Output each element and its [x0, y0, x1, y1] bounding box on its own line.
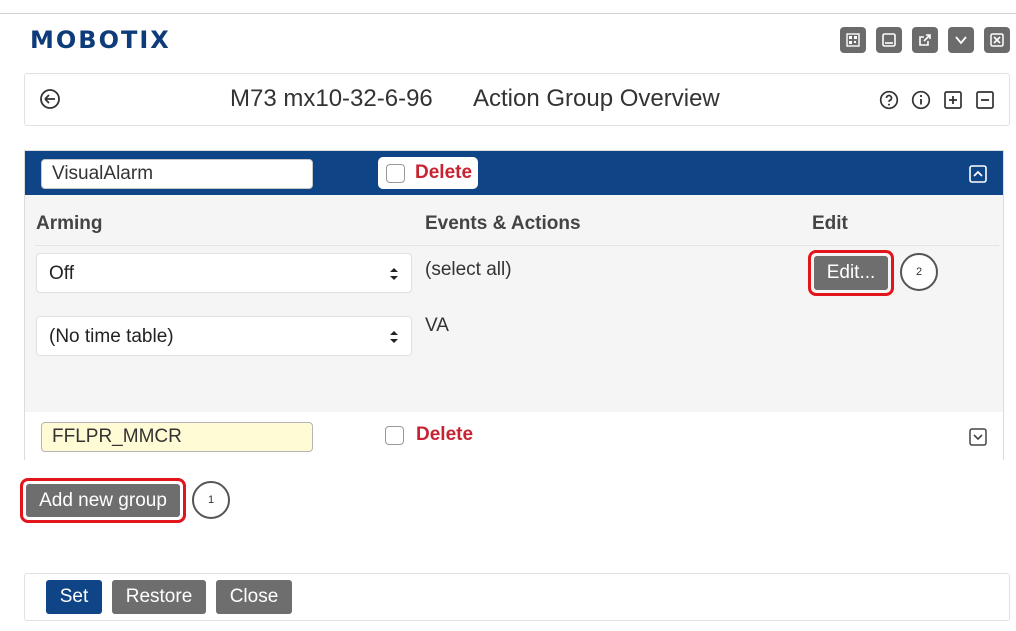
- edit-column-header: Edit: [812, 213, 848, 234]
- restore-button[interactable]: Restore: [112, 580, 206, 614]
- footer-bar: Set Restore Close: [24, 573, 1010, 621]
- edit-button-highlight: Edit...: [808, 250, 894, 296]
- action-groups-panel: Delete Arming Events & Actions Edit Off …: [24, 150, 1004, 460]
- time-table-select-value: (No time table): [49, 326, 174, 347]
- events-actions-item[interactable]: (select all): [425, 259, 512, 281]
- delete-group-option[interactable]: Delete: [378, 157, 479, 189]
- external-link-icon[interactable]: [912, 27, 938, 53]
- group-body-visualalarm: Arming Events & Actions Edit Off (No tim…: [25, 195, 1003, 412]
- arming-select[interactable]: Off: [36, 253, 412, 293]
- delete-checkbox[interactable]: [386, 163, 405, 183]
- delete-group-option[interactable]: Delete: [385, 424, 473, 446]
- mobotix-logo: MOBOTIX: [30, 26, 171, 54]
- callout-badge: 2: [900, 253, 938, 291]
- group-header-fflpr-mmcr: Delete: [25, 412, 1003, 460]
- expand-all-icon[interactable]: [943, 90, 963, 110]
- select-arrows-icon: [390, 268, 398, 280]
- events-actions-item[interactable]: VA: [425, 315, 449, 337]
- events-actions-column-header: Events & Actions: [425, 213, 581, 234]
- close-window-icon[interactable]: [984, 27, 1010, 53]
- select-arrows-icon: [390, 331, 398, 343]
- add-group-highlight: Add new group: [20, 478, 186, 523]
- page-title-bar: M73 mx10-32-6-96 Action Group Overview: [24, 73, 1010, 126]
- set-button[interactable]: Set: [46, 580, 102, 614]
- group-name-input[interactable]: [41, 422, 313, 452]
- qr-code-icon[interactable]: [840, 27, 866, 53]
- time-table-select[interactable]: (No time table): [36, 316, 412, 356]
- collapse-group-icon[interactable]: [969, 165, 987, 183]
- header-divider: [35, 245, 999, 246]
- close-button[interactable]: Close: [216, 580, 292, 614]
- group-name-input[interactable]: [41, 159, 313, 189]
- callout-badge: 1: [192, 481, 230, 519]
- minimize-icon[interactable]: [876, 27, 902, 53]
- help-icon[interactable]: [879, 90, 899, 110]
- edit-button[interactable]: Edit...: [814, 256, 888, 290]
- dropdown-icon[interactable]: [948, 27, 974, 53]
- info-icon[interactable]: [911, 90, 931, 110]
- arming-select-value: Off: [49, 263, 74, 284]
- page-title: Action Group Overview: [473, 85, 720, 112]
- top-divider: [0, 13, 1016, 14]
- device-name: M73 mx10-32-6-96: [230, 85, 433, 112]
- delete-label: Delete: [415, 162, 473, 183]
- window-controls: [840, 27, 1010, 53]
- delete-label: Delete: [416, 424, 474, 445]
- expand-group-icon[interactable]: [969, 428, 987, 446]
- back-arrow-icon[interactable]: [39, 88, 61, 110]
- collapse-all-icon[interactable]: [975, 90, 995, 110]
- arming-column-header: Arming: [36, 213, 103, 234]
- group-header-visualalarm: Delete: [25, 151, 1003, 195]
- add-new-group-button[interactable]: Add new group: [26, 484, 180, 517]
- delete-checkbox[interactable]: [385, 425, 404, 445]
